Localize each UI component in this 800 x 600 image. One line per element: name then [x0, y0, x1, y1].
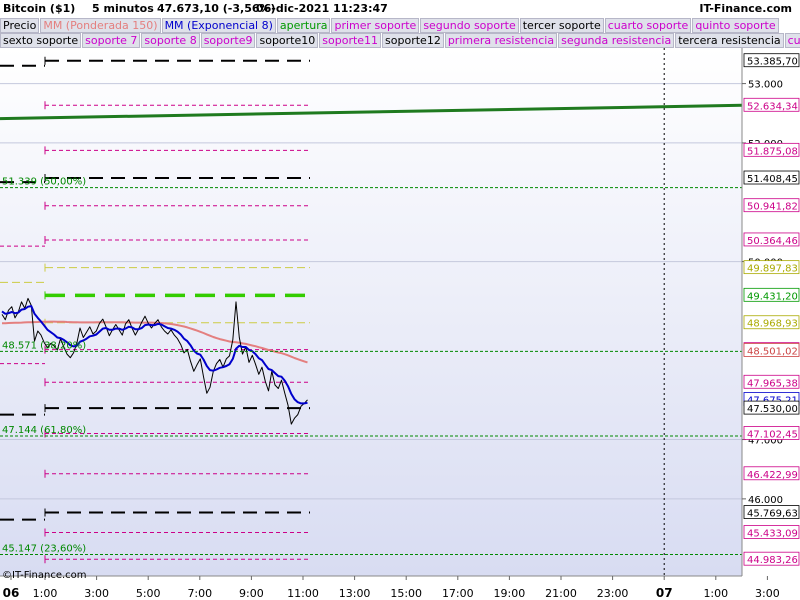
x-tick-label: 5:00: [136, 587, 161, 600]
legend-item[interactable]: primer soporte: [331, 18, 420, 33]
x-tick-label: 17:00: [442, 587, 474, 600]
brand-label: IT-Finance.com: [699, 2, 792, 15]
legend-item[interactable]: soporte 7: [82, 33, 141, 48]
price-marker-label: 50.364,46: [747, 236, 798, 247]
price-marker-label: 44.983,26: [747, 555, 798, 566]
x-tick-label: 23:00: [597, 587, 629, 600]
legend-item[interactable]: apertura: [276, 18, 331, 33]
price-marker-label: 45.433,09: [747, 529, 798, 540]
legend-item[interactable]: soporte9: [200, 33, 256, 48]
fibonacci-label: 51.339 (50,00%): [2, 177, 86, 188]
price-marker-label: 48.501,02: [747, 347, 798, 358]
legend-item[interactable]: MM (Exponencial 8): [161, 18, 276, 33]
plot-background: [0, 48, 742, 576]
x-tick-label: 07: [656, 586, 673, 600]
x-tick-label: 13:00: [339, 587, 371, 600]
legend-item[interactable]: cuarto soporte: [604, 18, 692, 33]
legend-item[interactable]: MM (Ponderada 150): [40, 18, 161, 33]
legend-item[interactable]: soporte11: [319, 33, 382, 48]
price-marker-label: 49.431,20: [747, 291, 798, 302]
price-marker-label: 53.385,70: [747, 57, 798, 68]
price-marker-label: 46.422,99: [747, 470, 798, 481]
legend-item[interactable]: tercer soporte: [519, 18, 604, 33]
price-marker-label: 47.965,38: [747, 378, 798, 389]
legend-item[interactable]: soporte12: [382, 33, 444, 48]
period-label: 5 minutos: [92, 2, 154, 15]
chart-window: 51.339 (50,00%) 48.571 (38,20%) 47.144 (61…: [0, 0, 800, 600]
price-marker-label: 47.530,00: [747, 404, 798, 415]
price-marker-label: 51.408,45: [747, 174, 798, 185]
legend-item[interactable]: segundo soporte: [420, 18, 519, 33]
fibonacci-label: 48.571 (38,20%): [2, 340, 86, 351]
price-marker-label: 48.968,93: [747, 319, 798, 330]
legend-item[interactable]: sexto soporte: [0, 33, 82, 48]
legend-item[interactable]: primera resistencia: [444, 33, 558, 48]
price-chart: 51.339 (50,00%) 48.571 (38,20%) 47.144 (61…: [0, 48, 800, 600]
x-tick-label: 21:00: [545, 587, 577, 600]
x-tick-label: 11:00: [287, 587, 319, 600]
y-tick-label: 46.000: [748, 495, 783, 506]
chart-header: Bitcoin ($1) 5 minutos 47.673,10 (-3,56%…: [0, 0, 800, 18]
x-tick-label: 9:00: [239, 587, 264, 600]
legend-item[interactable]: quinto soporte: [692, 18, 779, 33]
legend-item[interactable]: tercera resistencia: [675, 33, 784, 48]
legend-item[interactable]: Precio: [0, 18, 40, 33]
instrument-name: Bitcoin ($1): [3, 2, 76, 15]
price-marker-label: 47.102,45: [747, 429, 798, 440]
price-marker-label: 49.897,83: [747, 264, 798, 275]
datetime-label: 06-dic-2021 11:23:47: [256, 2, 388, 15]
legend-item[interactable]: soporte10: [256, 33, 319, 48]
x-tick-label: 1:00: [703, 587, 728, 600]
price-marker-label: 52.634,34: [747, 101, 798, 112]
price-marker-label: 51.875,08: [747, 146, 798, 157]
price-marker-label: 45.769,63: [747, 509, 798, 520]
copyright-text: ©IT-Finance.com: [2, 570, 87, 581]
price-marker-label: 50.941,82: [747, 202, 798, 213]
legend-item[interactable]: cuarta resistencia: [784, 33, 800, 48]
fibonacci-label: 47.144 (61,80%): [2, 425, 86, 436]
legend-row-2: sexto soporte soporte 7 soporte 8 soporte9 s…: [0, 33, 800, 48]
x-tick-label: 15:00: [390, 587, 422, 600]
x-tick-label: 19:00: [494, 587, 526, 600]
x-tick-label: 3:00: [755, 587, 780, 600]
legend-item[interactable]: soporte 8: [141, 33, 200, 48]
x-tick-label: 06: [3, 586, 20, 600]
fibonacci-label: 45.147 (23,60%): [2, 543, 86, 554]
y-tick-label: 53.000: [748, 80, 783, 91]
legend-row-1: Precio MM (Ponderada 150) MM (Exponencial …: [0, 18, 800, 33]
x-tick-label: 3:00: [84, 587, 109, 600]
x-tick-label: 1:00: [33, 587, 58, 600]
legend-item[interactable]: segunda resistencia: [558, 33, 675, 48]
x-tick-label: 7:00: [187, 587, 212, 600]
